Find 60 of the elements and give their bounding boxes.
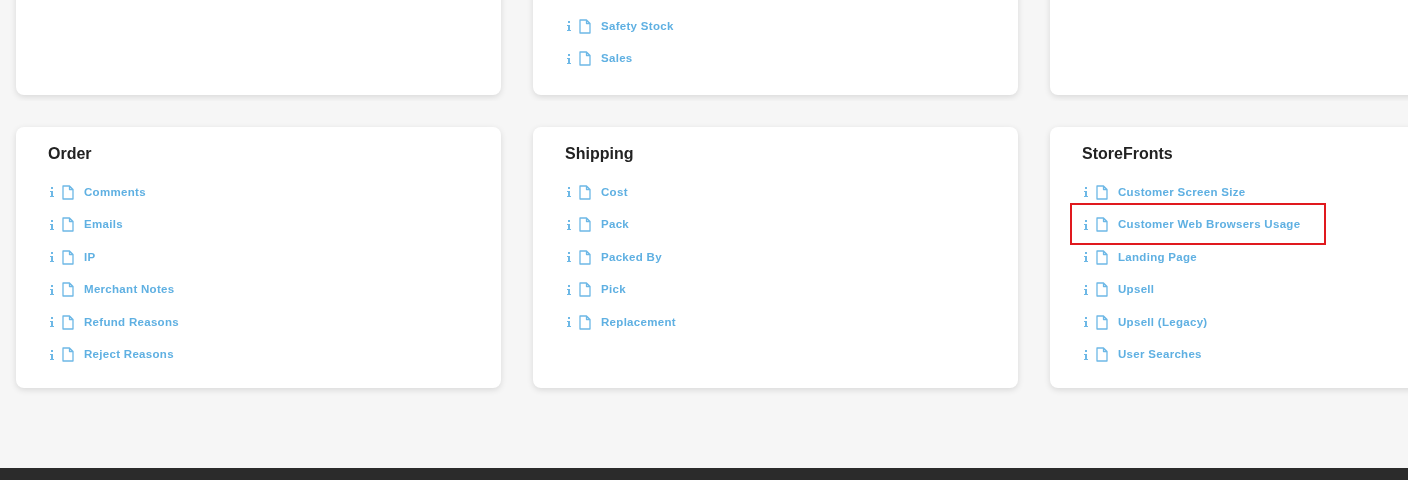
report-link[interactable]: Pick [601, 281, 626, 299]
info-icon[interactable] [1084, 187, 1088, 198]
document-icon [1096, 282, 1108, 298]
report-link[interactable]: IP [84, 248, 96, 266]
report-link[interactable]: Pack [601, 216, 630, 234]
document-icon [579, 314, 591, 330]
document-icon [62, 314, 74, 330]
report-link[interactable]: Safety Stock [601, 17, 674, 35]
report-link[interactable]: Reject Reasons [84, 346, 174, 364]
document-icon [579, 51, 591, 67]
document-icon [579, 184, 591, 200]
report-link[interactable]: Upsell (Legacy) [1118, 313, 1208, 331]
info-icon[interactable] [50, 317, 54, 328]
report-link[interactable]: Upsell [1118, 281, 1155, 299]
document-icon [62, 282, 74, 298]
card-title: StoreFronts [1082, 144, 1174, 164]
info-icon[interactable] [1084, 252, 1088, 263]
document-icon [62, 249, 74, 265]
card-title: Order [48, 144, 93, 164]
info-icon[interactable] [567, 284, 571, 295]
info-icon[interactable] [567, 317, 571, 328]
info-icon[interactable] [1084, 219, 1088, 230]
report-link[interactable]: Cost [601, 183, 628, 201]
report-link[interactable]: Replacement [601, 313, 676, 331]
document-icon [1096, 314, 1108, 330]
document-icon [579, 217, 591, 233]
document-icon [62, 217, 74, 233]
document-icon [62, 184, 74, 200]
report-link[interactable]: Customer Web Browsers Usage [1118, 216, 1301, 234]
info-icon[interactable] [1084, 284, 1088, 295]
report-link[interactable]: User Searches [1118, 346, 1202, 364]
info-icon[interactable] [567, 219, 571, 230]
document-icon [1096, 249, 1108, 265]
info-icon[interactable] [50, 219, 54, 230]
report-link[interactable]: Comments [84, 183, 146, 201]
document-icon [1096, 347, 1108, 363]
report-link[interactable]: Packed By [601, 248, 662, 266]
report-link[interactable]: Merchant Notes [84, 281, 175, 299]
info-icon[interactable] [567, 53, 571, 64]
report-link[interactable]: Customer Screen Size [1118, 183, 1246, 201]
info-icon[interactable] [50, 349, 54, 360]
document-icon [1096, 217, 1108, 233]
info-icon[interactable] [50, 187, 54, 198]
document-icon [62, 347, 74, 363]
document-icon [579, 249, 591, 265]
info-icon[interactable] [50, 284, 54, 295]
info-icon[interactable] [567, 187, 571, 198]
document-icon [579, 282, 591, 298]
info-icon[interactable] [567, 21, 571, 32]
report-link[interactable]: Emails [84, 216, 123, 234]
report-link[interactable]: Landing Page [1118, 248, 1197, 266]
document-icon [1096, 184, 1108, 200]
info-icon[interactable] [1084, 349, 1088, 360]
info-icon[interactable] [567, 252, 571, 263]
report-link[interactable]: Sales [601, 50, 633, 68]
info-icon[interactable] [50, 252, 54, 263]
report-link[interactable]: Refund Reasons [84, 313, 179, 331]
info-icon[interactable] [1084, 317, 1088, 328]
card-title: Shipping [565, 144, 635, 164]
document-icon [579, 18, 591, 34]
